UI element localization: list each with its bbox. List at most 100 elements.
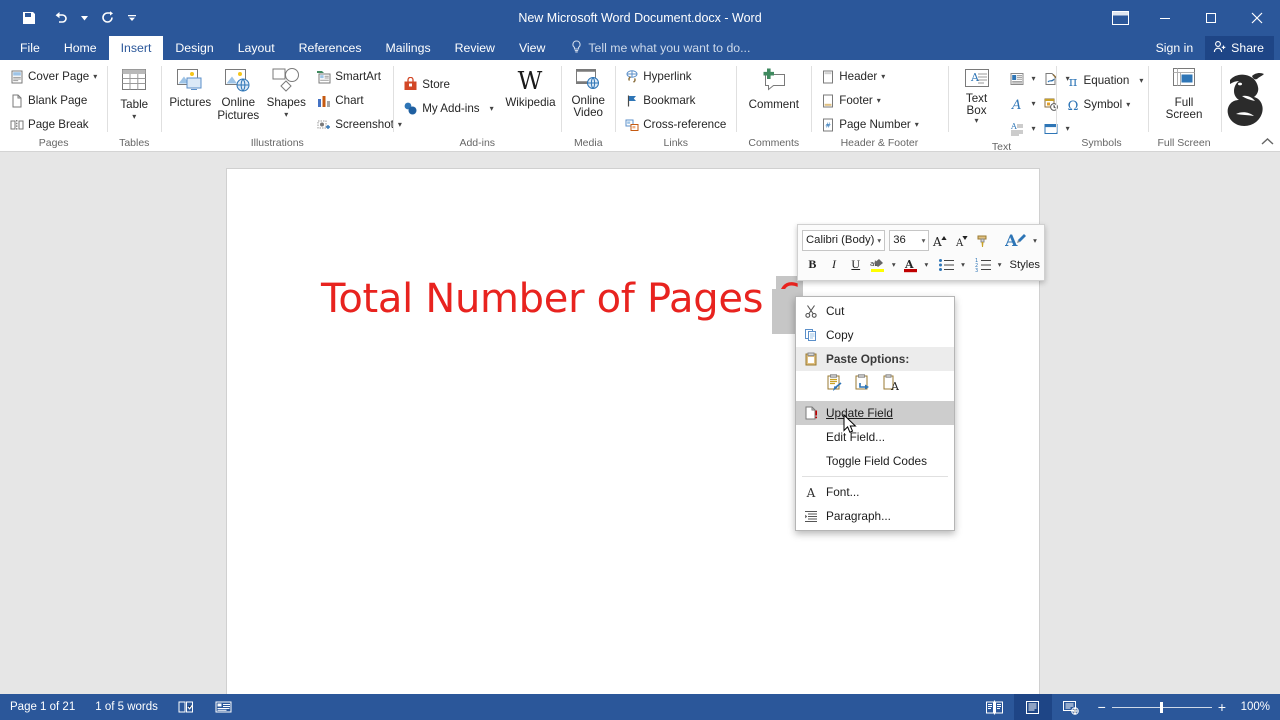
- chevron-down-icon[interactable]: ▾: [1139, 77, 1143, 85]
- chevron-down-icon[interactable]: ▾: [93, 73, 97, 81]
- chevron-down-icon[interactable]: ▾: [922, 236, 926, 245]
- chevron-down-icon[interactable]: ▾: [1032, 100, 1036, 108]
- macro-recording-icon[interactable]: [205, 694, 242, 720]
- chevron-down-icon[interactable]: ▾: [881, 73, 885, 81]
- read-mode-icon[interactable]: [976, 694, 1014, 720]
- page-number-button[interactable]: # Page Number ▾: [817, 113, 923, 136]
- web-layout-icon[interactable]: [1052, 694, 1090, 720]
- context-menu-item-font[interactable]: A Font...: [796, 480, 954, 504]
- redo-icon[interactable]: [93, 5, 123, 31]
- chevron-down-icon[interactable]: ▾: [1032, 75, 1036, 83]
- customize-qat-icon[interactable]: [125, 5, 138, 31]
- context-menu-item-paragraph[interactable]: Paragraph...: [796, 504, 954, 528]
- tab-layout[interactable]: Layout: [226, 36, 287, 60]
- tell-me-search[interactable]: Tell me what you want to do...: [557, 36, 750, 60]
- chevron-down-icon[interactable]: ▾: [284, 110, 288, 119]
- tab-view[interactable]: View: [507, 36, 557, 60]
- chevron-down-icon[interactable]: ▾: [889, 253, 899, 276]
- online-video-button[interactable]: Online Video: [565, 65, 611, 118]
- merge-formatting-icon[interactable]: [854, 374, 871, 397]
- share-button[interactable]: Share: [1205, 36, 1274, 60]
- text-box-button[interactable]: A Text Box ▾: [954, 65, 1000, 125]
- tab-mailings[interactable]: Mailings: [374, 36, 443, 60]
- symbol-button[interactable]: Ω Symbol ▾: [1062, 93, 1148, 116]
- format-painter-button[interactable]: [974, 229, 995, 252]
- chevron-down-icon[interactable]: ▾: [490, 105, 494, 113]
- grow-font-button[interactable]: A: [930, 229, 951, 252]
- italic-button[interactable]: I: [824, 253, 845, 276]
- smartart-button[interactable]: SmartArt: [313, 65, 406, 88]
- collapse-ribbon-icon[interactable]: [1261, 137, 1274, 149]
- chevron-down-icon[interactable]: ▾: [1032, 125, 1036, 133]
- numbering-button[interactable]: 123: [973, 253, 994, 276]
- keep-text-only-icon[interactable]: A: [882, 374, 900, 397]
- print-layout-icon[interactable]: [1013, 694, 1052, 720]
- word-count[interactable]: 1 of 5 words: [85, 694, 168, 720]
- online-pictures-button[interactable]: Online Pictures: [215, 65, 261, 122]
- footer-button[interactable]: Footer ▾: [817, 89, 923, 112]
- font-color-button[interactable]: A: [900, 253, 921, 276]
- minimize-button[interactable]: [1142, 0, 1188, 36]
- chevron-down-icon[interactable]: ▾: [1030, 229, 1040, 252]
- zoom-track[interactable]: [1111, 701, 1212, 713]
- chevron-down-icon[interactable]: ▾: [921, 253, 931, 276]
- shapes-button[interactable]: Shapes ▾: [263, 65, 309, 119]
- shrink-font-button[interactable]: A: [952, 229, 973, 252]
- header-button[interactable]: Header ▾: [817, 65, 923, 88]
- cross-reference-button[interactable]: Cross-reference: [621, 113, 730, 136]
- styles-gallery-button[interactable]: A: [1005, 229, 1029, 252]
- styles-label[interactable]: Styles: [1010, 259, 1040, 271]
- full-screen-button[interactable]: Full Screen: [1154, 65, 1215, 120]
- cover-page-button[interactable]: Cover Page ▾: [6, 65, 101, 88]
- save-icon[interactable]: [14, 5, 44, 31]
- zoom-in-button[interactable]: +: [1218, 699, 1226, 715]
- my-addins-button[interactable]: My Add-ins ▾: [399, 97, 497, 120]
- bold-button[interactable]: B: [802, 253, 823, 276]
- undo-icon[interactable]: [46, 5, 76, 31]
- chevron-down-icon[interactable]: ▾: [132, 112, 136, 121]
- tab-design[interactable]: Design: [163, 36, 225, 60]
- font-name-input[interactable]: Calibri (Body) ▾: [802, 229, 886, 251]
- sign-in-button[interactable]: Sign in: [1144, 36, 1206, 60]
- tab-home[interactable]: Home: [52, 36, 109, 60]
- zoom-out-button[interactable]: −: [1098, 699, 1106, 715]
- page-indicator[interactable]: Page 1 of 21: [0, 694, 85, 720]
- chevron-down-icon[interactable]: ▾: [995, 253, 1005, 276]
- chevron-down-icon[interactable]: ▾: [915, 121, 919, 129]
- tab-insert[interactable]: Insert: [108, 36, 164, 60]
- page-break-button[interactable]: Page Break: [6, 113, 101, 136]
- context-menu-item-copy[interactable]: Copy: [796, 323, 954, 347]
- document-heading[interactable]: Total Number of Pages 6: [321, 276, 803, 322]
- proofing-errors-icon[interactable]: [168, 694, 205, 720]
- quick-parts-button[interactable]: A: [1004, 117, 1030, 140]
- chart-button[interactable]: Chart: [313, 89, 406, 112]
- ribbon-display-options-icon[interactable]: [1098, 0, 1142, 36]
- pictures-button[interactable]: Pictures: [167, 65, 213, 110]
- close-button[interactable]: [1234, 0, 1280, 36]
- tab-file[interactable]: File: [8, 36, 52, 60]
- chevron-down-icon[interactable]: ▾: [1126, 101, 1130, 109]
- blank-page-button[interactable]: Blank Page: [6, 89, 101, 112]
- chevron-down-icon[interactable]: ▾: [958, 253, 968, 276]
- text-highlight-color-button[interactable]: ab: [867, 253, 888, 276]
- bullets-button[interactable]: [936, 253, 957, 276]
- wordart-button[interactable]: A: [1004, 92, 1030, 115]
- table-button[interactable]: Table ▾: [111, 65, 157, 121]
- font-size-input[interactable]: 36 ▾: [889, 229, 930, 251]
- screenshot-button[interactable]: Screenshot ▾: [313, 113, 406, 136]
- context-menu-item-edit-field[interactable]: Edit Field...: [796, 425, 954, 449]
- context-menu-item-update-field[interactable]: Update Field: [796, 401, 954, 425]
- undo-dropdown-icon[interactable]: [78, 5, 91, 31]
- underline-button[interactable]: U: [845, 253, 866, 276]
- equation-button[interactable]: π Equation ▾: [1062, 69, 1148, 92]
- chevron-down-icon[interactable]: ▾: [877, 97, 881, 105]
- chevron-down-icon[interactable]: ▾: [877, 236, 881, 245]
- zoom-level[interactable]: 100%: [1234, 701, 1280, 713]
- context-menu-item-toggle-field-codes[interactable]: Toggle Field Codes: [796, 449, 954, 473]
- tab-references[interactable]: References: [287, 36, 374, 60]
- zoom-handle[interactable]: [1159, 701, 1163, 713]
- context-menu-item-cut[interactable]: Cut: [796, 299, 954, 323]
- keep-source-formatting-icon[interactable]: [826, 374, 843, 397]
- maximize-button[interactable]: [1188, 0, 1234, 36]
- document-area[interactable]: Total Number of Pages 6: [0, 153, 1280, 694]
